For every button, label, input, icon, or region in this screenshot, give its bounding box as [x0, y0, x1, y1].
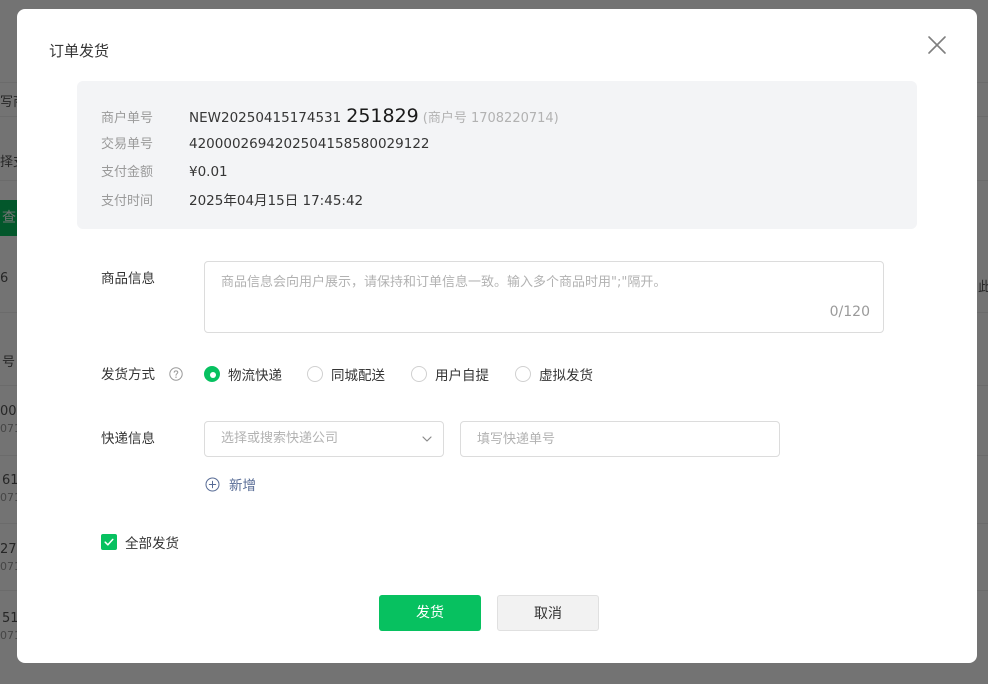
transaction-label: 交易单号 — [101, 137, 154, 152]
order-info-panel: 商户单号 NEW20250415174531 251829 (商户号 17082… — [77, 81, 917, 229]
express-company-placeholder: 选择或搜索快递公司 — [221, 431, 339, 446]
radio-label: 同城配送 — [331, 368, 385, 384]
pay-time-row: 支付时间 2025年04月15日 17:45:42 — [101, 189, 363, 211]
radio-virtual[interactable]: 虚拟发货 — [515, 364, 593, 384]
cancel-button[interactable]: 取消 — [497, 595, 599, 631]
ship-order-dialog: 订单发货 商户单号 NEW20250415174531 251829 (商户号 … — [17, 9, 977, 663]
char-counter: 0/120 — [829, 304, 870, 320]
radio-unchecked-icon — [307, 366, 323, 382]
ship-confirm-button[interactable]: 发货 — [379, 595, 481, 631]
radio-label: 用户自提 — [435, 368, 489, 384]
chevron-down-icon — [422, 436, 432, 442]
transaction-row: 交易单号 4200002694202504158580029122 — [101, 133, 430, 155]
radio-unchecked-icon — [515, 366, 531, 382]
pay-time-label: 支付时间 — [101, 194, 154, 209]
transaction-value: 4200002694202504158580029122 — [189, 136, 430, 152]
product-info-field: 0/120 — [204, 261, 884, 333]
radio-same-city[interactable]: 同城配送 — [307, 364, 385, 384]
radio-label: 物流快递 — [228, 368, 282, 384]
merchant-id: (商户号 1708220714) — [422, 111, 559, 126]
merchant-order-prefix: NEW20250415174531 — [189, 110, 342, 126]
help-icon[interactable] — [169, 367, 183, 381]
amount-row: 支付金额 ¥0.01 — [101, 161, 228, 183]
ship-all-checkbox[interactable]: 全部发货 — [101, 532, 179, 552]
add-label: 新增 — [229, 478, 256, 494]
amount-label: 支付金额 — [101, 165, 154, 180]
radio-logistics[interactable]: 物流快递 — [204, 364, 282, 384]
product-info-textarea[interactable] — [205, 262, 883, 332]
add-circle-icon — [205, 477, 220, 491]
amount-value: ¥0.01 — [189, 164, 228, 180]
product-info-label: 商品信息 — [101, 271, 155, 287]
radio-checked-icon — [204, 366, 220, 382]
pay-time-value: 2025年04月15日 17:45:42 — [189, 193, 364, 209]
express-info-label: 快递信息 — [101, 431, 155, 447]
dialog-title: 订单发货 — [49, 42, 110, 60]
add-express-button[interactable]: 新增 — [205, 474, 256, 494]
radio-unchecked-icon — [411, 366, 427, 382]
radio-label: 虚拟发货 — [539, 368, 593, 384]
checkbox-checked-icon — [101, 534, 117, 550]
express-company-select[interactable]: 选择或搜索快递公司 — [204, 421, 444, 457]
merchant-order-label: 商户单号 — [101, 111, 154, 126]
shipping-method-label: 发货方式 — [101, 367, 155, 383]
tracking-number-field — [460, 421, 780, 457]
merchant-order-suffix: 251829 — [346, 105, 419, 127]
close-icon[interactable] — [925, 33, 949, 57]
tracking-number-input[interactable] — [461, 422, 779, 456]
radio-self-pickup[interactable]: 用户自提 — [411, 364, 489, 384]
merchant-order-row: 商户单号 NEW20250415174531 251829 (商户号 17082… — [101, 105, 559, 127]
ship-all-label: 全部发货 — [125, 536, 179, 552]
